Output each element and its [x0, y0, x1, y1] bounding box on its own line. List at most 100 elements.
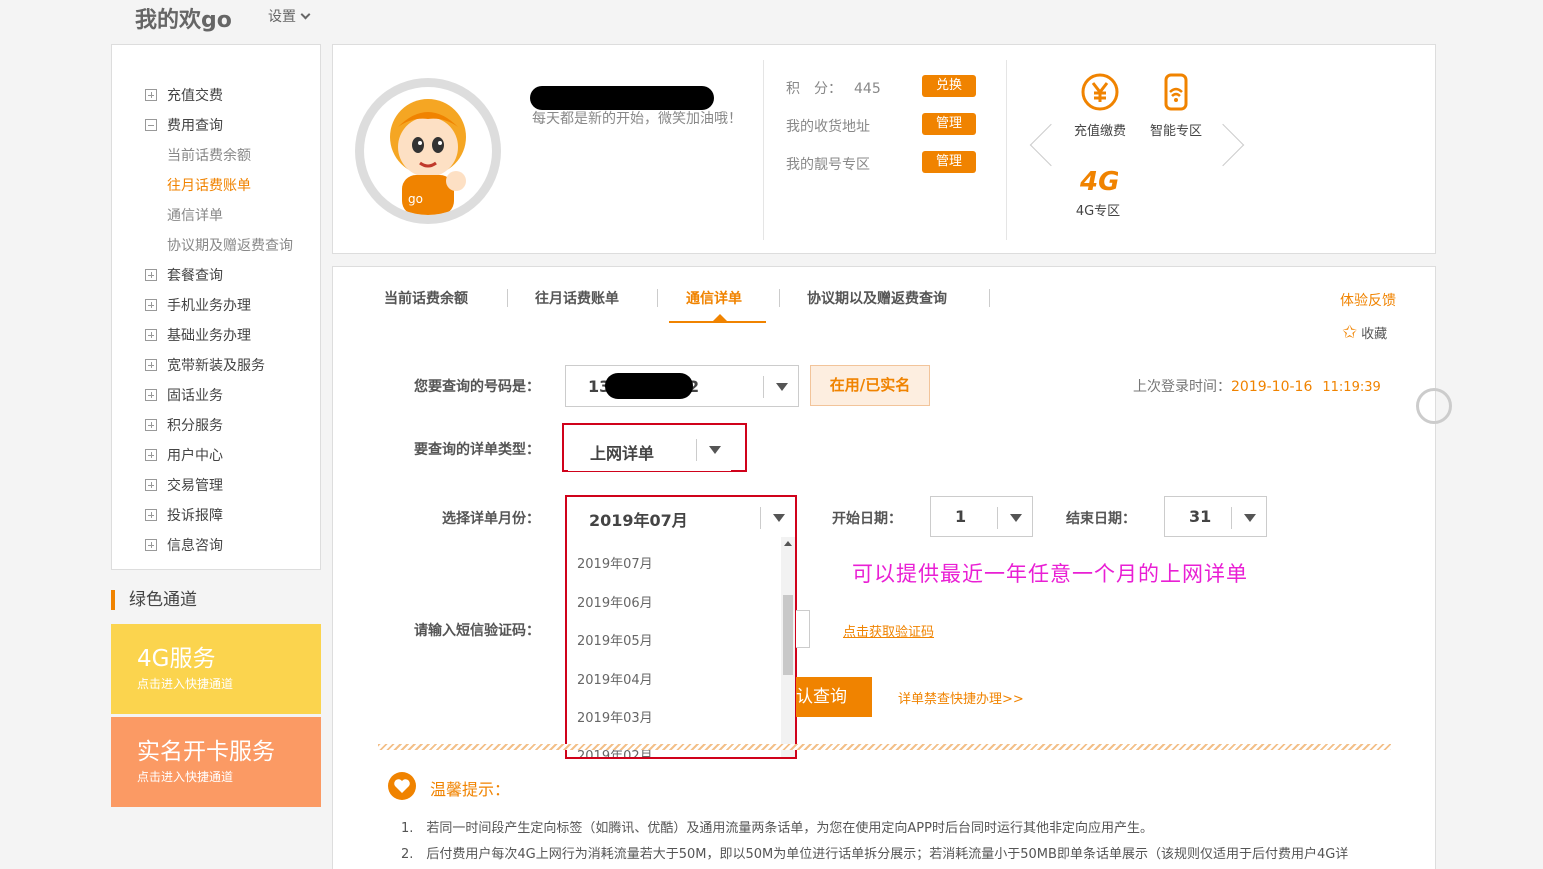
sidebar-item-complaints[interactable]: 投诉报障 — [145, 505, 223, 525]
redacted-username — [530, 86, 714, 110]
number-zone-label: 我的靓号专区 — [786, 157, 870, 173]
tab-contract-query[interactable]: 协议期以及赠返费查询 — [807, 288, 947, 308]
quick-link-label: 4G专区 — [1075, 204, 1121, 219]
query-button[interactable]: 认查询 — [796, 677, 872, 717]
promo-4g-service[interactable]: 4G服务 点击进入快捷通道 — [111, 624, 321, 714]
side-widget-icon[interactable] — [1416, 388, 1452, 424]
get-code-link[interactable]: 点击获取验证码 — [843, 621, 934, 640]
points-value: 445 — [854, 81, 881, 97]
divider — [1006, 60, 1007, 240]
feedback-link[interactable]: 体验反馈 — [1340, 290, 1396, 310]
last-login-time: 11:19:39 — [1322, 380, 1381, 395]
detail-type-select[interactable]: 上网详单 — [568, 429, 731, 471]
quick-handle-link[interactable]: 详单禁查快捷办理>> — [898, 688, 1024, 707]
sidebar-item-basic-business[interactable]: 基础业务办理 — [145, 325, 251, 345]
favorite-label: 收藏 — [1361, 327, 1388, 342]
collapse-icon — [145, 119, 157, 131]
tab-divider — [779, 289, 780, 307]
expand-icon — [145, 329, 157, 341]
divider — [763, 60, 764, 240]
sidebar-item-points[interactable]: 积分服务 — [145, 415, 223, 435]
expand-icon — [145, 509, 157, 521]
promo-subtitle: 点击进入快捷通道 — [137, 770, 234, 784]
start-date-label: 开始日期： — [832, 511, 902, 527]
sidebar-item-transactions[interactable]: 交易管理 — [145, 475, 223, 495]
sidebar-item-broadband[interactable]: 宽带新装及服务 — [145, 355, 265, 375]
number-manage-button[interactable]: 管理 — [922, 151, 976, 173]
quick-link-smart[interactable]: 智能专区 — [1146, 72, 1206, 139]
start-date-select[interactable]: 1 — [930, 496, 1033, 537]
promo-subtitle: 点击进入快捷通道 — [137, 677, 234, 691]
type-label: 要查询的详单类型： — [414, 442, 540, 458]
hatched-divider — [378, 744, 1391, 750]
expand-icon — [145, 539, 157, 551]
points-row: 积 分： 445 — [786, 78, 881, 98]
address-manage-button[interactable]: 管理 — [922, 113, 976, 135]
expand-icon — [145, 299, 157, 311]
sidebar-item-landline[interactable]: 固话业务 — [145, 385, 223, 405]
promo-real-name-service[interactable]: 实名开卡服务 点击进入快捷通道 — [111, 717, 321, 807]
sidebar-item-mobile-business[interactable]: 手机业务办理 — [145, 295, 251, 315]
quick-link-label: 智能专区 — [1149, 124, 1202, 139]
sidebar-item-info[interactable]: 信息咨询 — [145, 535, 223, 555]
svg-text:4G: 4G — [1079, 167, 1118, 194]
app-brand[interactable]: 我的欢go — [135, 2, 232, 34]
user-motto: 每天都是新的开始，微笑加油哦！ — [532, 111, 742, 127]
sms-code-input[interactable] — [796, 610, 810, 648]
status-badge: 在用/已实名 — [810, 365, 930, 406]
tab-call-detail[interactable]: 通信详单 — [686, 288, 742, 308]
quick-link-label: 充值缴费 — [1073, 124, 1126, 139]
promo-title: 实名开卡服务 — [137, 739, 275, 765]
quick-link-4g[interactable]: 4G 4G专区 — [1068, 162, 1128, 219]
sidebar-subitem-monthly-bill[interactable]: 往月话费账单 — [167, 175, 251, 195]
annotation-text: 可以提供最近一年任意一个月的上网详单 — [852, 562, 1248, 586]
expand-icon — [145, 479, 157, 491]
start-date-value: 1 — [955, 507, 967, 526]
sidebar-subitem-call-detail[interactable]: 通信详单 — [167, 205, 223, 225]
last-login-info: 上次登录时间：2019-10-16 11:19:39 — [1133, 379, 1381, 395]
sidebar-subitem-contract-query[interactable]: 协议期及赠返费查询 — [167, 235, 293, 255]
tab-monthly-bill[interactable]: 往月话费账单 — [535, 288, 619, 308]
detail-type-value: 上网详单 — [590, 444, 655, 463]
heart-icon — [388, 772, 416, 800]
active-tab-underline — [669, 321, 766, 323]
sidebar-item-plan-query[interactable]: 套餐查询 — [145, 265, 223, 285]
end-date-label: 结束日期： — [1066, 511, 1136, 527]
redacted-phone-digits — [605, 373, 693, 399]
smart-device-icon — [1164, 73, 1188, 111]
tab-current-balance[interactable]: 当前话费余额 — [384, 288, 468, 308]
4g-icon: 4G — [1079, 167, 1119, 197]
end-date-select[interactable]: 31 — [1164, 496, 1267, 537]
tip-item: 2. 后付费用户每次4G上网行为消耗流量若大于50M，即以50M为单位进行话单拆… — [401, 847, 1349, 862]
sidebar-subitem-current-balance[interactable]: 当前话费余额 — [167, 145, 251, 165]
quick-link-recharge[interactable]: 充值缴费 — [1070, 72, 1130, 139]
expand-icon — [145, 449, 157, 461]
promo-title: 4G服务 — [137, 646, 216, 672]
settings-menu[interactable]: 设置 — [268, 6, 311, 26]
favorite-button[interactable]: ✩ 收藏 — [1342, 322, 1387, 343]
sidebar-item-recharge[interactable]: 充值交费 — [145, 85, 223, 105]
active-tab-caret — [713, 314, 727, 321]
expand-icon — [145, 269, 157, 281]
dropdown-arrow-icon — [1010, 514, 1022, 522]
points-label: 积 分： — [786, 81, 842, 97]
tips-title: 温馨提示： — [430, 780, 511, 799]
sms-label: 请输入短信验证码： — [414, 623, 540, 639]
end-date-value: 31 — [1189, 507, 1212, 526]
green-channel-title: 绿色通道 — [111, 590, 197, 610]
sidebar-item-user-center[interactable]: 用户中心 — [145, 445, 223, 465]
svg-text:go: go — [408, 192, 423, 206]
expand-icon — [145, 419, 157, 431]
sidebar-item-fee-query[interactable]: 费用查询 — [145, 115, 223, 135]
expand-icon — [145, 389, 157, 401]
dropdown-arrow-icon — [709, 446, 721, 454]
tab-divider — [657, 289, 658, 307]
redeem-button[interactable]: 兑换 — [922, 75, 976, 97]
expand-icon — [145, 359, 157, 371]
chevron-down-icon — [300, 9, 311, 20]
yuan-icon — [1081, 73, 1119, 111]
dropdown-arrow-icon — [776, 383, 788, 391]
number-label: 您要查询的号码是： — [414, 379, 540, 395]
last-login-date: 2019-10-16 — [1231, 379, 1313, 395]
star-icon: ✩ — [1342, 322, 1358, 343]
